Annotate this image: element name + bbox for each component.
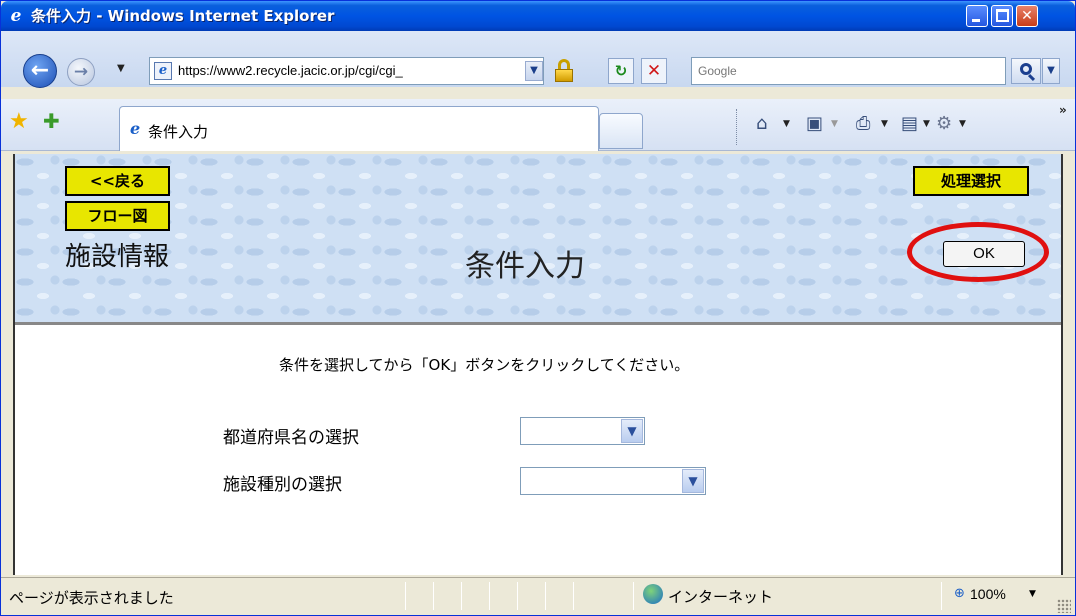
section-title: 施設情報	[65, 242, 170, 272]
search-input[interactable]: Google	[691, 57, 1006, 85]
facility-type-select[interactable]: ▼	[520, 467, 706, 495]
home-icon[interactable]: ⌂	[756, 113, 767, 134]
highlight-circle	[907, 222, 1049, 282]
favorites-star-icon[interactable]: ★	[9, 109, 29, 134]
zoom-dropdown[interactable]: ▼	[1029, 589, 1036, 599]
search-options-dropdown[interactable]: ▼	[1042, 58, 1060, 84]
tools-icon[interactable]: ⚙	[936, 113, 952, 134]
zoom-level[interactable]: 100%	[970, 586, 1006, 602]
lock-icon[interactable]	[553, 59, 575, 83]
search-button[interactable]	[1011, 58, 1041, 84]
security-zone[interactable]: インターネット	[668, 586, 773, 607]
forward-arrow-icon[interactable]: →	[67, 58, 95, 86]
window-title: 条件入力 - Windows Internet Explorer	[31, 7, 335, 25]
title-bar[interactable]: e 条件入力 - Windows Internet Explorer ✕	[1, 1, 1075, 31]
search-placeholder: Google	[698, 64, 737, 78]
minimize-button[interactable]	[966, 5, 988, 27]
chevron-down-icon[interactable]: ▼	[621, 419, 643, 443]
prefecture-label: 都道府県名の選択	[223, 428, 359, 448]
maximize-icon	[996, 9, 1009, 22]
back-button[interactable]: <<戻る	[65, 166, 170, 196]
banner-divider	[15, 322, 1061, 325]
more-commands-button[interactable]: »	[1059, 103, 1067, 117]
page-dropdown[interactable]: ▼	[923, 119, 930, 129]
resize-grip[interactable]	[1057, 599, 1071, 613]
print-dropdown[interactable]: ▼	[881, 119, 888, 129]
status-bar: ページが表示されました	[1, 577, 1075, 615]
prefecture-select[interactable]: ▼	[520, 417, 645, 445]
chevron-down-icon[interactable]: ▼	[682, 469, 704, 493]
address-dropdown[interactable]: ▼	[525, 61, 543, 81]
print-icon[interactable]: ⎙	[856, 113, 870, 134]
tab-label: 条件入力	[148, 123, 209, 141]
process-select-button[interactable]: 処理選択	[913, 166, 1029, 196]
back-arrow-icon[interactable]: ←	[23, 54, 57, 88]
zoom-icon[interactable]: ⊕	[954, 586, 965, 601]
status-text: ページが表示されました	[9, 589, 174, 607]
maximize-button[interactable]	[991, 5, 1013, 27]
recent-pages-dropdown[interactable]: ▼	[117, 63, 125, 74]
url-text[interactable]: https://www2.recycle.jacic.or.jp/cgi/cgi…	[178, 63, 403, 78]
home-dropdown[interactable]: ▼	[783, 119, 790, 129]
add-favorite-icon[interactable]: ✚	[43, 109, 60, 133]
flow-chart-button[interactable]: フロー図	[65, 201, 170, 231]
feeds-icon[interactable]: ▣	[806, 113, 823, 134]
page-content: <<戻る フロー図 処理選択 施設情報 条件入力 OK 条件を選択してから「OK…	[13, 154, 1063, 575]
new-tab-button[interactable]	[599, 113, 643, 149]
browser-window: e 条件入力 - Windows Internet Explorer ✕ ← →…	[0, 0, 1076, 616]
feeds-dropdown[interactable]: ▼	[831, 119, 838, 129]
page-ie-icon: e	[154, 62, 172, 80]
ie-icon: e	[10, 6, 22, 26]
refresh-icon[interactable]: ↻	[608, 58, 634, 84]
header-banner: <<戻る フロー図 処理選択 施設情報 条件入力 OK	[15, 154, 1061, 322]
minimize-icon	[972, 19, 980, 22]
tab-current[interactable]: e 条件入力	[119, 106, 599, 151]
address-bar[interactable]: e https://www2.recycle.jacic.or.jp/cgi/c…	[149, 57, 544, 85]
close-icon: ✕	[1021, 8, 1033, 24]
tab-ie-icon: e	[130, 119, 141, 138]
page-title: 条件入力	[465, 249, 585, 284]
stop-icon[interactable]: ✕	[641, 58, 667, 84]
globe-icon	[643, 584, 663, 604]
tools-dropdown[interactable]: ▼	[959, 119, 966, 129]
instruction-text: 条件を選択してから「OK」ボタンをクリックしてください。	[279, 356, 690, 374]
page-icon[interactable]: ▤	[901, 113, 918, 134]
close-button[interactable]: ✕	[1016, 5, 1038, 27]
facility-type-label: 施設種別の選択	[223, 475, 342, 495]
toolbar-separator	[736, 109, 737, 145]
